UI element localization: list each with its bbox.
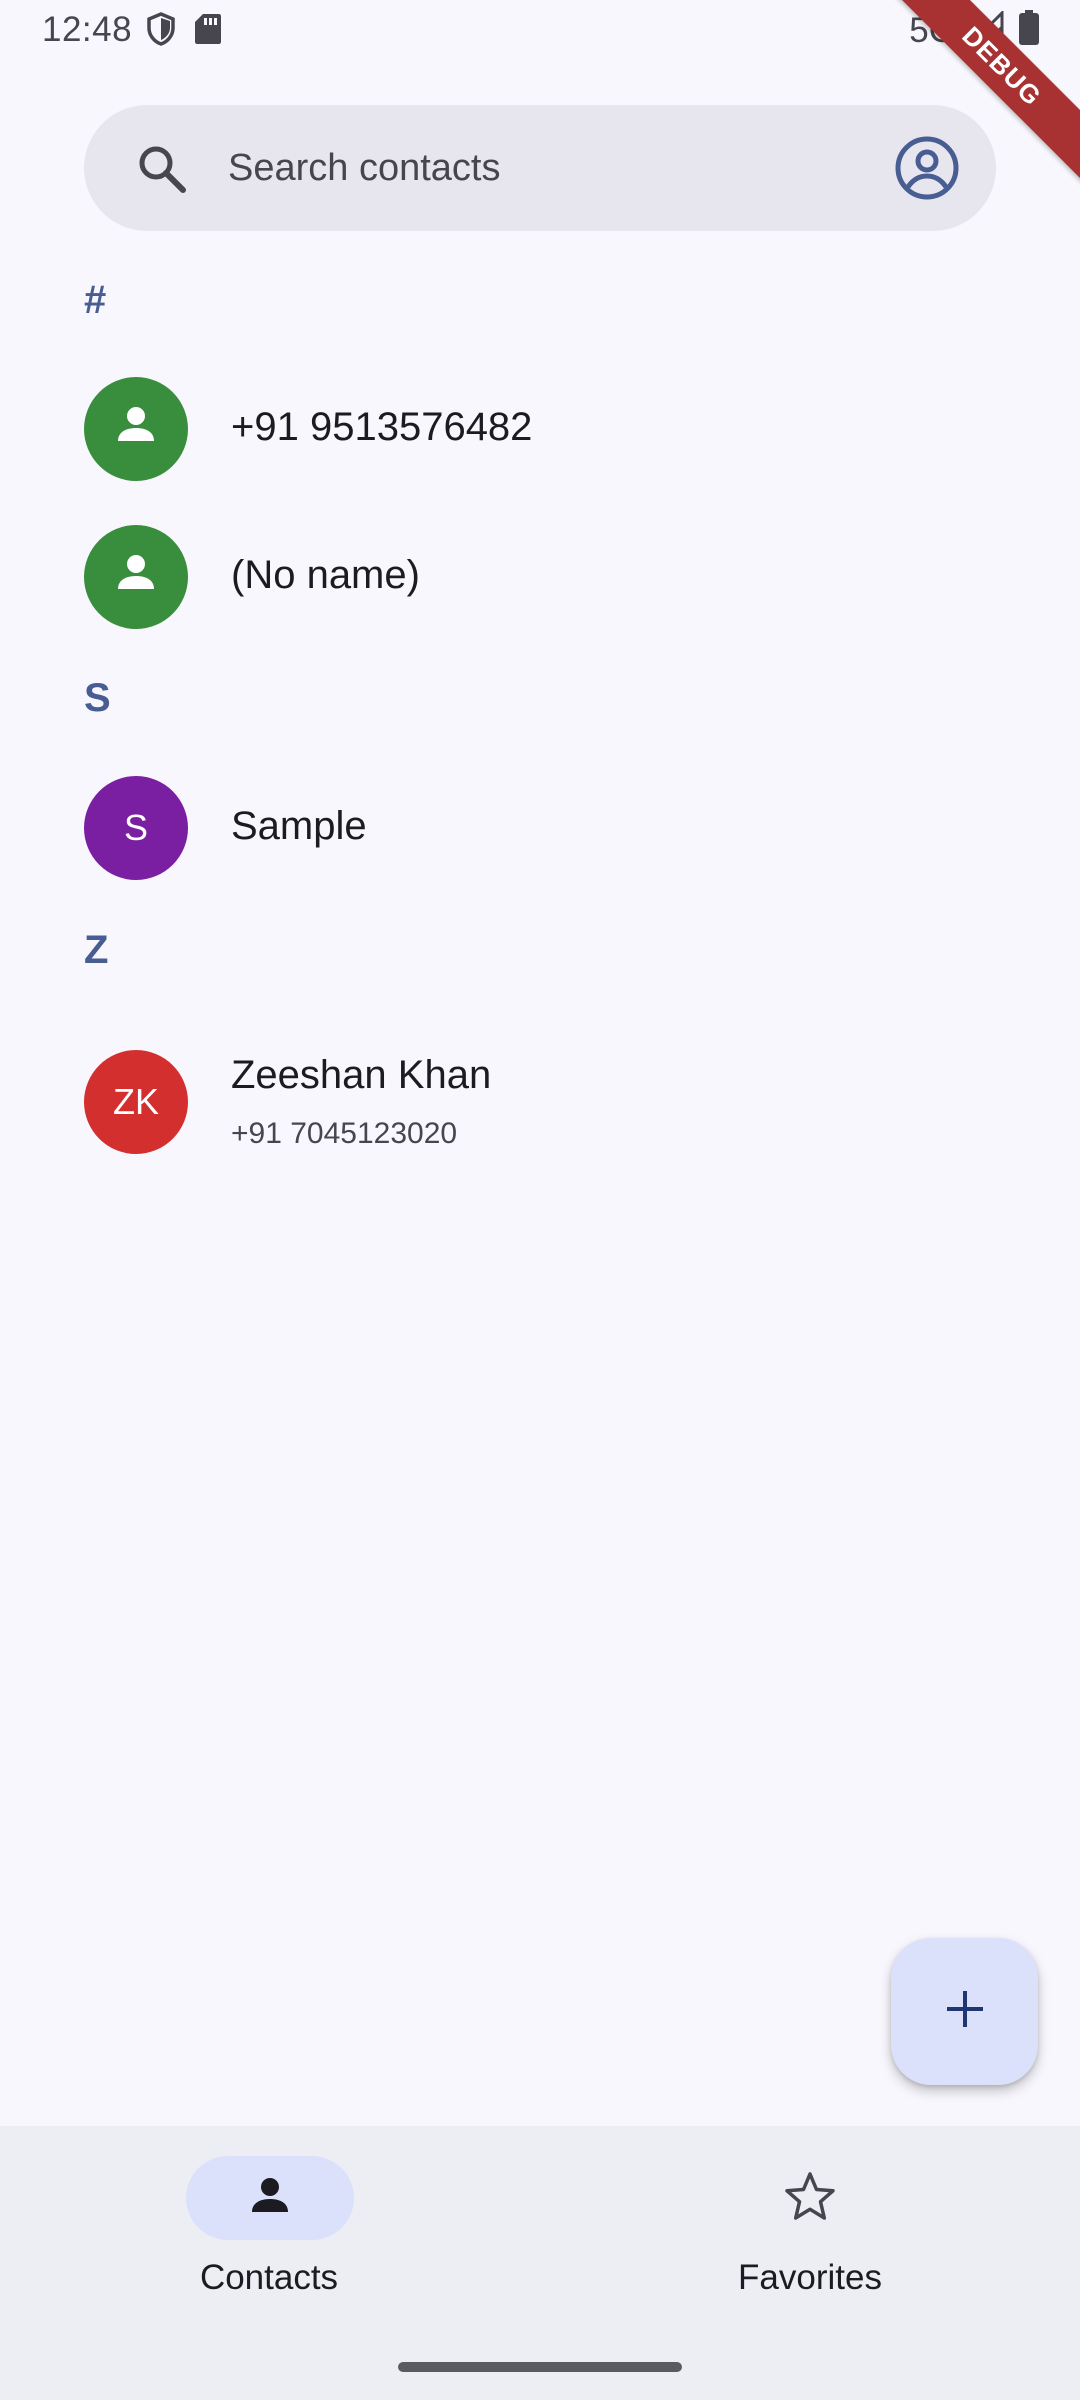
search-icon	[136, 143, 188, 195]
section-header-z: Z	[84, 928, 109, 972]
add-contact-button[interactable]	[891, 1938, 1038, 2085]
star-outline-icon	[784, 2171, 836, 2226]
contact-name: Sample	[231, 804, 367, 848]
contacts-screen: 12:48 5G	[0, 0, 1080, 2400]
contact-name: +91 9513576482	[231, 405, 533, 449]
nav-indicator	[726, 2156, 894, 2240]
nav-item-contacts[interactable]: Contacts	[0, 2126, 540, 2326]
person-icon	[246, 2172, 294, 2225]
battery-icon	[1018, 10, 1040, 51]
nav-indicator	[186, 2156, 354, 2240]
contact-avatar	[84, 377, 188, 481]
add-icon	[943, 1987, 987, 2036]
contact-avatar: S	[84, 776, 188, 880]
gesture-bar[interactable]	[398, 2362, 682, 2372]
contact-name: Zeeshan Khan	[231, 1053, 492, 1097]
status-time: 12:48	[42, 10, 133, 49]
contact-list-item[interactable]: ZK Zeeshan Khan +91 7045123020	[0, 1050, 1080, 1154]
status-left-icons	[146, 12, 222, 51]
contact-list-item[interactable]: +91 9513576482	[0, 377, 1080, 481]
contact-list-item[interactable]: S Sample	[0, 776, 1080, 880]
contact-phone: +91 7045123020	[231, 1117, 458, 1150]
shield-icon	[146, 12, 176, 51]
contact-avatar	[84, 525, 188, 629]
search-input[interactable]	[228, 135, 918, 201]
section-header-s: S	[84, 676, 111, 720]
contact-name: (No name)	[231, 553, 420, 597]
section-header-hash: #	[84, 278, 107, 322]
search-bar[interactable]	[84, 105, 996, 231]
nav-item-favorites[interactable]: Favorites	[540, 2126, 1080, 2326]
contact-list-item[interactable]: (No name)	[0, 525, 1080, 629]
nav-label-contacts: Contacts	[199, 2258, 339, 2297]
nav-label-favorites: Favorites	[738, 2258, 882, 2297]
account-circle-icon[interactable]	[894, 135, 960, 201]
bottom-navigation: Contacts Favorites	[0, 2126, 1080, 2400]
sd-card-icon	[194, 13, 222, 50]
contact-avatar: ZK	[84, 1050, 188, 1154]
person-icon	[112, 549, 160, 606]
person-icon	[112, 401, 160, 458]
